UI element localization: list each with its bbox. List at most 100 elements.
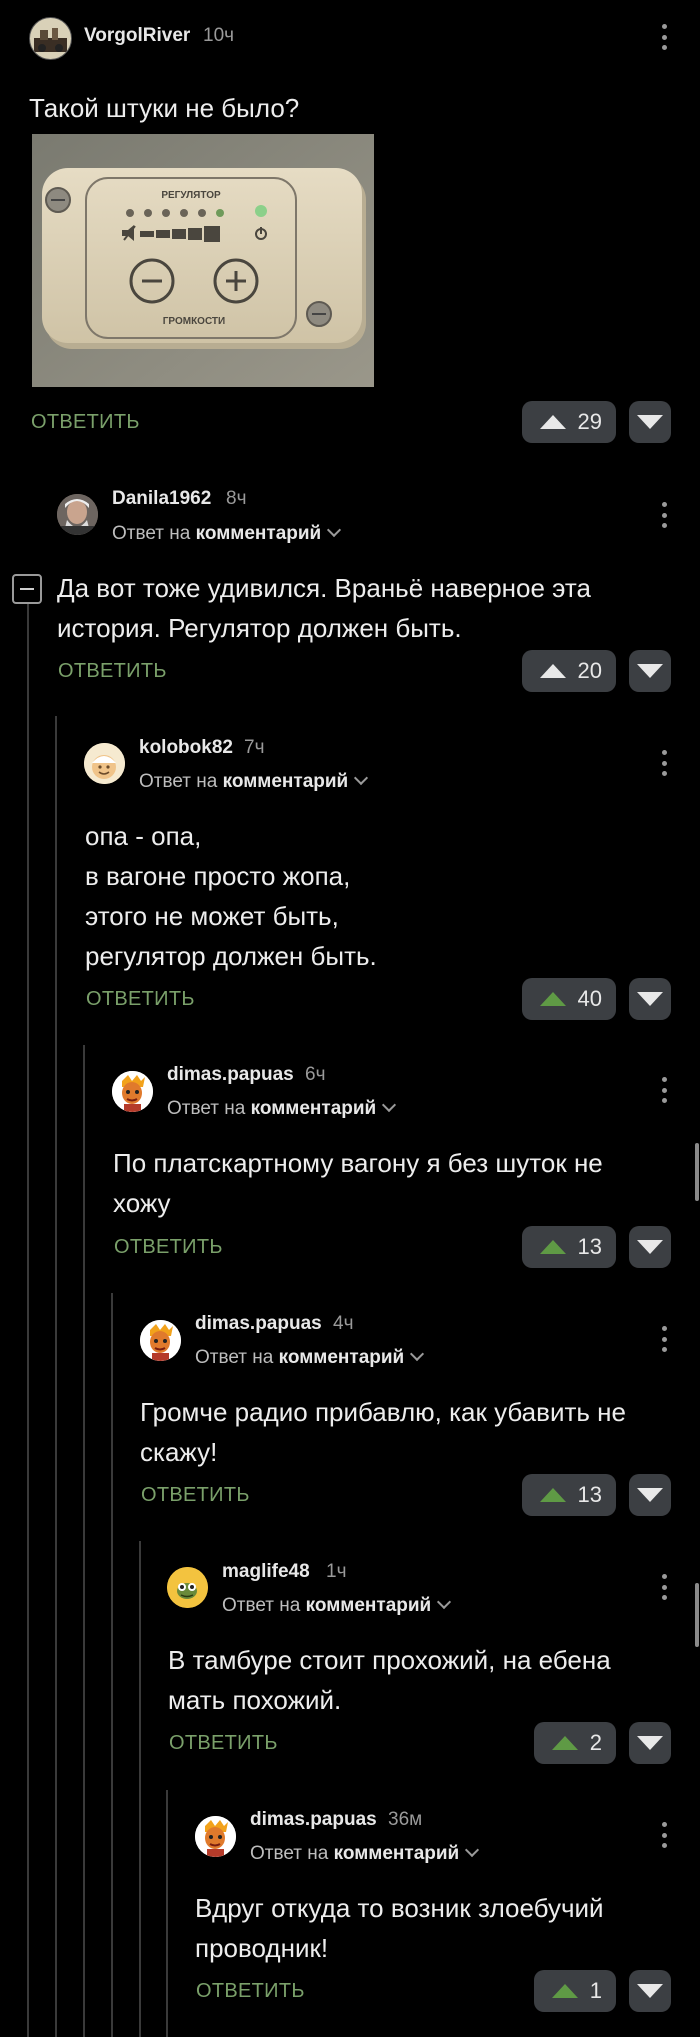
downvote-button[interactable] xyxy=(629,650,671,692)
downvote-icon xyxy=(637,664,663,678)
chevron-down-icon xyxy=(382,1097,397,1113)
more-icon[interactable] xyxy=(661,1077,667,1103)
comment-time: 7ч xyxy=(244,737,265,758)
reply-to-prefix: Ответ на xyxy=(195,1347,274,1368)
comment-time: 6ч xyxy=(305,1064,326,1085)
avatar-image xyxy=(112,1071,153,1112)
avatar[interactable] xyxy=(140,1320,181,1361)
comment-line: опа - опа, xyxy=(85,821,202,851)
downvote-button[interactable] xyxy=(629,1474,671,1516)
chevron-down-icon xyxy=(354,770,369,786)
upvote-icon xyxy=(551,1736,578,1750)
comment-author[interactable]: dimas.papuas xyxy=(250,1809,377,1831)
comment-line: проводник! xyxy=(195,1933,329,1963)
avatar[interactable] xyxy=(195,1816,236,1857)
upvote-button[interactable]: 13 xyxy=(522,1226,616,1268)
reply-to-prefix: Ответ на xyxy=(167,1098,246,1119)
avatar[interactable] xyxy=(57,494,98,535)
reply-button[interactable]: ОТВЕТИТЬ xyxy=(58,660,167,683)
scroll-marker[interactable] xyxy=(695,1143,699,1201)
downvote-icon xyxy=(637,415,663,429)
avatar[interactable] xyxy=(84,743,125,784)
chevron-down-icon xyxy=(437,1594,452,1610)
comment-author[interactable]: dimas.papuas xyxy=(195,1313,322,1335)
upvote-button[interactable]: 13 xyxy=(522,1474,616,1516)
comment-line: По платскартному вагону я без шуток не xyxy=(113,1148,603,1178)
avatar[interactable] xyxy=(112,1071,153,1112)
avatar[interactable] xyxy=(29,17,72,60)
minus-icon xyxy=(20,588,34,590)
comment-time: 4ч xyxy=(333,1313,354,1334)
comment-line: в вагоне просто жопа, xyxy=(85,861,351,891)
upvote-button[interactable]: 20 xyxy=(522,650,616,692)
reply-button[interactable]: ОТВЕТИТЬ xyxy=(169,1732,278,1755)
reply-button[interactable]: ОТВЕТИТЬ xyxy=(196,1980,305,2003)
more-icon[interactable] xyxy=(661,502,667,528)
comment-author[interactable]: Danila1962 xyxy=(112,488,211,510)
reply-to-target: комментарий xyxy=(195,523,322,544)
reply-to[interactable]: Ответ на комментарий xyxy=(250,1842,480,1865)
comment-text: Громче радио прибавлю, как убавить не ск… xyxy=(140,1392,626,1472)
downvote-icon xyxy=(637,1984,663,1998)
upvote-icon xyxy=(539,992,566,1006)
comment-author[interactable]: maglife48 xyxy=(222,1561,310,1583)
downvote-icon xyxy=(637,1736,663,1750)
downvote-button[interactable] xyxy=(629,1970,671,2012)
more-icon[interactable] xyxy=(661,750,667,776)
upvote-button[interactable]: 40 xyxy=(522,978,616,1020)
vote-count: 20 xyxy=(577,658,602,683)
thread-line xyxy=(55,716,57,2037)
avatar-image xyxy=(167,1567,208,1608)
downvote-icon xyxy=(637,992,663,1006)
downvote-button[interactable] xyxy=(629,1722,671,1764)
avatar[interactable] xyxy=(167,1567,208,1608)
upvote-icon xyxy=(539,1240,566,1254)
upvote-icon xyxy=(551,1984,578,1998)
reply-to[interactable]: Ответ на комментарий xyxy=(167,1097,397,1120)
downvote-icon xyxy=(637,1240,663,1254)
vote-count: 29 xyxy=(577,409,602,434)
comment-line: мать похожий. xyxy=(168,1685,342,1715)
comment-line: Да вот тоже удивился. Враньё наверное эт… xyxy=(57,573,591,603)
reply-to-prefix: Ответ на xyxy=(250,1843,329,1864)
reply-to[interactable]: Ответ на комментарий xyxy=(195,1346,425,1369)
collapse-button[interactable] xyxy=(12,574,42,604)
comment-author[interactable]: kolobok82 xyxy=(139,737,233,759)
more-icon[interactable] xyxy=(661,1574,667,1600)
more-icon[interactable] xyxy=(661,24,667,50)
more-icon[interactable] xyxy=(661,1822,667,1848)
upvote-icon xyxy=(539,415,566,429)
volume-regulator-image: РЕГУЛЯТОР ГРОМКОСТИ xyxy=(32,134,374,387)
reply-to-target: комментарий xyxy=(305,1595,432,1616)
reply-to[interactable]: Ответ на комментарий xyxy=(112,522,342,545)
downvote-button[interactable] xyxy=(629,978,671,1020)
reply-button[interactable]: ОТВЕТИТЬ xyxy=(31,411,140,434)
post-image[interactable]: РЕГУЛЯТОР ГРОМКОСТИ xyxy=(32,134,374,387)
reply-button[interactable]: ОТВЕТИТЬ xyxy=(86,988,195,1011)
comment-text: В тамбуре стоит прохожий, на ебена мать … xyxy=(168,1640,611,1720)
comment-line: история. Регулятор должен быть. xyxy=(57,613,462,643)
comment-time: 1ч xyxy=(326,1561,347,1582)
comment-line: хожу xyxy=(113,1188,171,1218)
upvote-button[interactable]: 2 xyxy=(534,1722,616,1764)
post-author[interactable]: VorgolRiver xyxy=(84,25,190,47)
more-icon[interactable] xyxy=(661,1326,667,1352)
upvote-button[interactable]: 29 xyxy=(522,401,616,443)
downvote-button[interactable] xyxy=(629,401,671,443)
reply-to[interactable]: Ответ на комментарий xyxy=(139,770,369,793)
reply-button[interactable]: ОТВЕТИТЬ xyxy=(141,1484,250,1507)
vote-count: 2 xyxy=(589,1730,602,1755)
reply-to-target: комментарий xyxy=(222,771,349,792)
image-label-bottom: ГРОМКОСТИ xyxy=(163,316,225,327)
comment-line: регулятор должен быть. xyxy=(85,941,377,971)
post-time: 10ч xyxy=(203,25,235,46)
upvote-button[interactable]: 1 xyxy=(534,1970,616,2012)
scroll-marker[interactable] xyxy=(695,1583,699,1647)
upvote-icon xyxy=(539,664,566,678)
reply-to[interactable]: Ответ на комментарий xyxy=(222,1594,452,1617)
reply-button[interactable]: ОТВЕТИТЬ xyxy=(114,1236,223,1259)
comment-text: По платскартному вагону я без шуток не х… xyxy=(113,1143,603,1223)
image-label-top: РЕГУЛЯТОР xyxy=(161,190,221,201)
downvote-button[interactable] xyxy=(629,1226,671,1268)
comment-author[interactable]: dimas.papuas xyxy=(167,1064,294,1086)
